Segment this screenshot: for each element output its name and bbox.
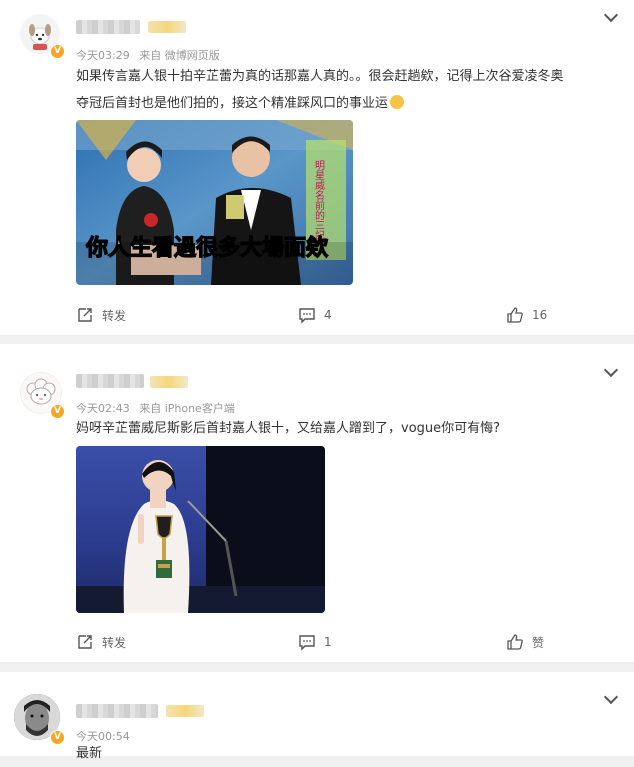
repost-label: 转发 [102, 635, 127, 650]
like-count: 赞 [532, 635, 545, 650]
post-image[interactable]: 明星威名前的三記 你人生看過很多大場面欸 [76, 120, 353, 285]
post-action-bar: 转发 4 16 [0, 306, 634, 326]
chevron-down-icon[interactable] [603, 362, 619, 378]
post-image[interactable] [76, 446, 325, 613]
like-count: 16 [532, 308, 548, 322]
post-card-2: V 今天02:43 来自 iPhone客户端 妈呀辛芷蕾威尼斯影后首封嘉人银十，… [0, 344, 634, 662]
post-text-line: 夺冠后首封也是他们拍的，接这个精准踩风口的事业运 [76, 96, 389, 111]
comment-count: 1 [324, 635, 332, 649]
tv-show-image: 明星威名前的三記 你人生看過很多大場面欸 [76, 120, 353, 285]
username-blurred[interactable] [76, 374, 144, 388]
post-text: 如果传言嘉人银十拍辛芷蕾为真的话那嘉人真的。。很会赶趟欸，记得上次谷爱凌冬奥 夺… [76, 63, 621, 117]
user-level-badge [150, 376, 188, 388]
comment-icon [299, 308, 315, 324]
like-icon [507, 634, 523, 650]
post-text: 最新 [76, 740, 621, 767]
verified-badge-icon: V [50, 730, 65, 745]
post-meta: 今天02:43 来自 iPhone客户端 [76, 400, 241, 416]
post-text-line: 妈呀辛芷蕾威尼斯影后首封嘉人银十，又给嘉人蹭到了，vogue你可有悔? [76, 421, 501, 436]
comment-button[interactable]: 1 [298, 633, 332, 651]
user-level-badge [148, 21, 186, 33]
post-meta: 今天03:29 来自 微博网页版 [76, 47, 226, 63]
verified-badge-icon: V [50, 44, 65, 59]
post-text-line: 最新 [76, 746, 103, 761]
username-blurred[interactable] [76, 704, 158, 718]
post-text-line-2: 夺冠后首封也是他们拍的，接这个精准踩风口的事业运 [76, 90, 621, 117]
comment-button[interactable]: 4 [298, 306, 332, 324]
like-button[interactable]: 16 [506, 306, 547, 324]
comment-icon [299, 635, 315, 651]
emoji-icon [390, 95, 405, 109]
repost-button[interactable]: 转发 [76, 633, 126, 651]
post-time: 今天02:43 [76, 402, 130, 415]
image-side-text: 明星威名前的三記 [313, 160, 325, 241]
user-level-badge [166, 705, 204, 717]
comment-count: 4 [324, 308, 332, 322]
post-text-line: 如果传言嘉人银十拍辛芷蕾为真的话那嘉人真的。。很会赶趟欸，记得上次谷爱凌冬奥 [76, 69, 564, 84]
username-blurred[interactable] [76, 20, 140, 34]
post-text: 妈呀辛芷蕾威尼斯影后首封嘉人银十，又给嘉人蹭到了，vogue你可有悔? [76, 415, 621, 442]
like-button[interactable]: 赞 [506, 633, 544, 651]
verified-badge-icon: V [50, 404, 65, 419]
post-card-3: V 今天00:54 最新 [0, 672, 634, 761]
post-source: 来自 iPhone客户端 [139, 402, 235, 415]
repost-label: 转发 [102, 308, 127, 323]
repost-button[interactable]: 转发 [76, 306, 126, 324]
post-action-bar: 转发 1 赞 [0, 633, 634, 653]
post-source: 来自 微博网页版 [139, 49, 220, 62]
post-time: 今天03:29 [76, 49, 130, 62]
repost-icon [78, 635, 92, 649]
repost-icon [78, 308, 92, 322]
chevron-down-icon[interactable] [603, 689, 619, 705]
award-photo-image [76, 446, 325, 613]
like-icon [507, 307, 523, 323]
post-card-1: V 今天03:29 来自 微博网页版 如果传言嘉人银十拍辛芷蕾为真的话那嘉人真的… [0, 0, 634, 335]
image-caption: 你人生看過很多大場面欸 [85, 235, 329, 261]
chevron-down-icon[interactable] [603, 7, 619, 23]
